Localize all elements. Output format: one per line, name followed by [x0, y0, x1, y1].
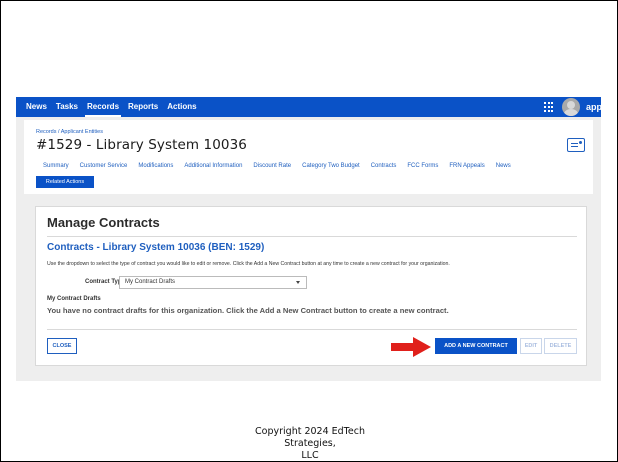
tab-discount-rate[interactable]: Discount Rate: [253, 163, 291, 169]
tab-category-two-budget[interactable]: Category Two Budget: [302, 163, 360, 169]
user-avatar[interactable]: [562, 98, 580, 116]
drafts-label: My Contract Drafts: [47, 296, 101, 302]
copyright-line-2: LLC: [301, 450, 319, 461]
nav-item-actions[interactable]: Actions: [167, 97, 196, 117]
tab-summary[interactable]: Summary: [43, 163, 69, 169]
drafts-empty-message: You have no contract drafts for this org…: [47, 306, 449, 315]
record-card-icon[interactable]: [567, 138, 585, 152]
page-title: #1529 - Library System 10036: [36, 137, 247, 153]
app-grid-icon[interactable]: [544, 102, 554, 112]
delete-button[interactable]: DELETE: [544, 338, 577, 354]
contract-type-value: My Contract Drafts: [125, 279, 176, 285]
brand-logo: appian: [586, 102, 616, 112]
copyright-line-1: Copyright 2024 EdTech Strategies,: [255, 426, 365, 449]
add-new-contract-button[interactable]: ADD A NEW CONTRACT: [435, 338, 517, 354]
manage-contracts-title: Manage Contracts: [47, 215, 160, 230]
tab-customer-service[interactable]: Customer Service: [80, 163, 128, 169]
close-button[interactable]: CLOSE: [47, 338, 77, 354]
tab-frn-appeals[interactable]: FRN Appeals: [449, 163, 484, 169]
divider: [47, 329, 577, 330]
record-tabs: Summary Customer Service Modifications A…: [43, 163, 522, 169]
record-header-card: [24, 120, 593, 194]
top-nav-bar: News Tasks Records Reports Actions appia…: [16, 97, 615, 117]
contract-type-dropdown[interactable]: My Contract Drafts: [119, 276, 307, 289]
tab-related-actions[interactable]: Related Actions: [36, 176, 94, 188]
tab-news[interactable]: News: [496, 163, 511, 169]
tab-contracts[interactable]: Contracts: [371, 163, 397, 169]
contracts-section-title: Contracts - Library System 10036 (BEN: 1…: [47, 242, 265, 253]
nav-item-tasks[interactable]: Tasks: [56, 97, 78, 117]
instructions-text: Use the dropdown to select the type of c…: [47, 261, 450, 267]
nav-item-reports[interactable]: Reports: [128, 97, 158, 117]
divider: [47, 236, 577, 237]
tab-fcc-forms[interactable]: FCC Forms: [407, 163, 438, 169]
tab-modifications[interactable]: Modifications: [138, 163, 173, 169]
chevron-down-icon: [296, 281, 300, 284]
breadcrumb[interactable]: Records / Applicant Entities: [36, 129, 103, 135]
copyright-text: Copyright 2024 EdTech Strategies, LLC: [230, 426, 390, 462]
tab-additional-information[interactable]: Additional Information: [184, 163, 242, 169]
nav-item-records[interactable]: Records: [84, 97, 122, 117]
red-arrow-icon: [391, 337, 431, 357]
edit-button[interactable]: EDIT: [520, 338, 542, 354]
nav-item-news[interactable]: News: [26, 97, 47, 117]
